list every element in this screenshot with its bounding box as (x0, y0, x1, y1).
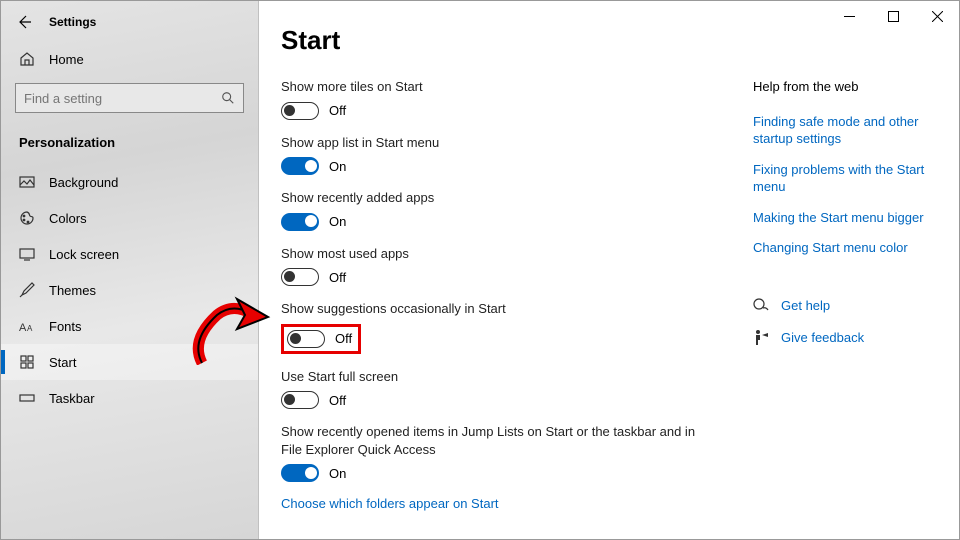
help-aside: Help from the web Finding safe mode and … (753, 79, 937, 361)
svg-text:A: A (19, 322, 27, 334)
help-link-color[interactable]: Changing Start menu color (753, 240, 937, 257)
home-icon (19, 51, 35, 67)
toggle-fullscreen[interactable] (281, 391, 319, 409)
palette-icon (19, 210, 35, 226)
monitor-icon (19, 246, 35, 262)
toggle-most-used[interactable] (281, 268, 319, 286)
window-title: Settings (49, 15, 96, 29)
nav-label: Start (49, 355, 76, 370)
minimize-button[interactable] (827, 1, 871, 31)
setting-recently-added: Show recently added apps On (281, 189, 711, 231)
toggle-jumplists[interactable] (281, 464, 319, 482)
get-help-link: Get help (781, 298, 830, 313)
toggle-recently-added[interactable] (281, 213, 319, 231)
sidebar-item-home[interactable]: Home (1, 41, 258, 77)
toggle-suggestions[interactable] (287, 330, 325, 348)
setting-label: Show most used apps (281, 245, 711, 263)
font-icon: AA (19, 318, 35, 334)
toggle-state: Off (329, 270, 346, 285)
home-label: Home (49, 52, 84, 67)
titlebar-buttons (827, 1, 959, 31)
help-link-safemode[interactable]: Finding safe mode and other startup sett… (753, 114, 937, 148)
setting-jumplists: Show recently opened items in Jump Lists… (281, 423, 711, 482)
toggle-state: On (329, 159, 346, 174)
svg-text:A: A (27, 324, 33, 333)
main-content: Start Show more tiles on Start Off Show … (259, 1, 959, 539)
search-icon (221, 91, 235, 105)
nav-label: Fonts (49, 319, 82, 334)
picture-icon (19, 174, 35, 190)
setting-label: Show suggestions occasionally in Start (281, 300, 711, 318)
setting-most-used: Show most used apps Off (281, 245, 711, 287)
setting-suggestions: Show suggestions occasionally in Start O… (281, 300, 711, 354)
settings-window: Settings Home Personalization Background (0, 0, 960, 540)
setting-label: Show app list in Start menu (281, 134, 711, 152)
back-button[interactable] (15, 13, 33, 31)
feedback-row[interactable]: Give feedback (753, 329, 937, 345)
setting-more-tiles: Show more tiles on Start Off (281, 78, 711, 120)
sidebar-header: Settings (1, 1, 258, 41)
help-link-fixstart[interactable]: Fixing problems with the Start menu (753, 162, 937, 196)
search-input[interactable] (15, 83, 244, 113)
toggle-state: Off (335, 331, 352, 346)
feedback-link: Give feedback (781, 330, 864, 345)
sidebar-item-lockscreen[interactable]: Lock screen (1, 236, 258, 272)
sidebar-item-taskbar[interactable]: Taskbar (1, 380, 258, 416)
help-heading: Help from the web (753, 79, 937, 94)
brush-icon (19, 282, 35, 298)
sidebar-item-fonts[interactable]: AA Fonts (1, 308, 258, 344)
nav-label: Background (49, 175, 118, 190)
toggle-more-tiles[interactable] (281, 102, 319, 120)
nav-label: Themes (49, 283, 96, 298)
sidebar: Settings Home Personalization Background (1, 1, 259, 539)
help-icon (753, 297, 769, 313)
start-icon (19, 354, 35, 370)
nav-label: Colors (49, 211, 87, 226)
nav: Background Colors Lock screen Themes AA … (1, 164, 258, 416)
sidebar-item-colors[interactable]: Colors (1, 200, 258, 236)
toggle-state: On (329, 466, 346, 481)
section-heading: Personalization (1, 127, 258, 164)
get-help-row[interactable]: Get help (753, 297, 937, 313)
page-title: Start (281, 25, 711, 56)
setting-fullscreen: Use Start full screen Off (281, 368, 711, 410)
toggle-state: On (329, 214, 346, 229)
feedback-icon (753, 329, 769, 345)
search-wrap (1, 77, 258, 127)
sidebar-item-themes[interactable]: Themes (1, 272, 258, 308)
sidebar-item-start[interactable]: Start (1, 344, 258, 380)
sidebar-item-background[interactable]: Background (1, 164, 258, 200)
setting-label: Use Start full screen (281, 368, 711, 386)
annotation-highlight: Off (281, 324, 361, 354)
toggle-state: Off (329, 103, 346, 118)
setting-app-list: Show app list in Start menu On (281, 134, 711, 176)
nav-label: Taskbar (49, 391, 95, 406)
close-button[interactable] (915, 1, 959, 31)
setting-label: Show recently opened items in Jump Lists… (281, 423, 711, 458)
taskbar-icon (19, 390, 35, 406)
setting-label: Show more tiles on Start (281, 78, 711, 96)
help-link-bigger[interactable]: Making the Start menu bigger (753, 210, 937, 227)
folders-link[interactable]: Choose which folders appear on Start (281, 496, 711, 511)
page-content: Start Show more tiles on Start Off Show … (281, 25, 711, 539)
toggle-state: Off (329, 393, 346, 408)
search-field[interactable] (24, 91, 221, 106)
maximize-button[interactable] (871, 1, 915, 31)
toggle-app-list[interactable] (281, 157, 319, 175)
setting-label: Show recently added apps (281, 189, 711, 207)
nav-label: Lock screen (49, 247, 119, 262)
